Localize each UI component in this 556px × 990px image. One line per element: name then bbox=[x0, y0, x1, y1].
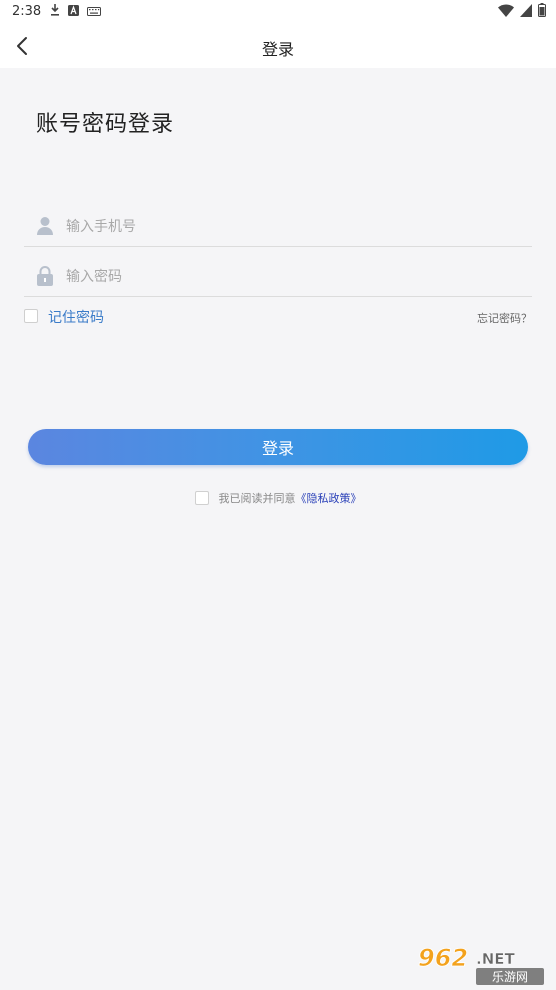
wifi-icon bbox=[498, 4, 514, 21]
status-icons-right bbox=[498, 3, 546, 21]
watermark-logo: 962 .NET 乐游网 bbox=[410, 942, 550, 986]
agreement-text: 我已阅读并同意 bbox=[218, 492, 296, 505]
nav-title: 登录 bbox=[261, 40, 294, 59]
password-input[interactable] bbox=[64, 262, 518, 292]
battery-icon bbox=[538, 3, 546, 21]
remember-row: 记住密码 忘记密码？ bbox=[24, 306, 532, 328]
keyboard-icon bbox=[87, 5, 101, 20]
nav-bar: 登录 bbox=[0, 24, 556, 68]
phone-input[interactable] bbox=[64, 212, 518, 242]
remember-checkbox[interactable] bbox=[24, 309, 38, 323]
lock-icon bbox=[36, 266, 54, 286]
remember-label[interactable]: 记住密码 bbox=[48, 307, 104, 327]
status-bar: 2:38 bbox=[0, 0, 556, 24]
page-heading: 账号密码登录 bbox=[36, 112, 175, 137]
status-icons-left bbox=[50, 4, 101, 20]
svg-text:.NET: .NET bbox=[476, 950, 515, 968]
signal-icon bbox=[520, 3, 532, 21]
agreement-checkbox[interactable] bbox=[194, 491, 209, 505]
privacy-policy-link[interactable]: 《隐私政策》 bbox=[296, 492, 362, 505]
a-icon bbox=[68, 4, 79, 20]
phone-field bbox=[24, 206, 532, 247]
status-time: 2:38 bbox=[12, 4, 42, 19]
download-icon bbox=[50, 4, 60, 20]
user-icon bbox=[36, 216, 54, 236]
svg-text:962: 962 bbox=[418, 944, 468, 972]
password-field bbox=[24, 256, 532, 297]
login-button[interactable]: 登录 bbox=[28, 429, 528, 465]
svg-text:乐游网: 乐游网 bbox=[492, 970, 528, 984]
forgot-password-link[interactable]: 忘记密码？ bbox=[477, 310, 532, 326]
agreement-row: 我已阅读并同意《隐私政策》 bbox=[0, 490, 556, 508]
